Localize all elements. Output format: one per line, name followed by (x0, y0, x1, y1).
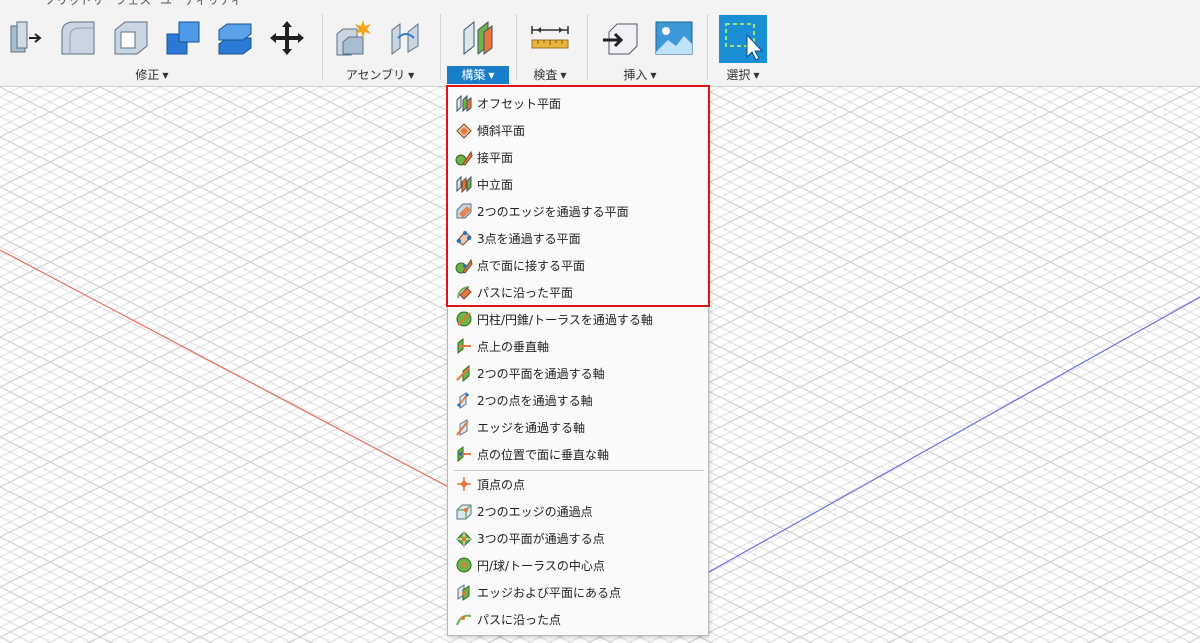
divider (440, 14, 441, 80)
divider (587, 14, 588, 80)
menu-item-label: 2つのエッジを通過する平面 (477, 204, 629, 219)
insert-derive-icon[interactable] (601, 16, 641, 60)
menu-item-label: 頂点の点 (477, 477, 526, 492)
axis-through-two-points-icon (457, 392, 469, 409)
menu-item-label: 点の位置で面に垂直な軸 (477, 447, 610, 462)
menu-item-axis-perpendicular-to-face[interactable]: 点の位置で面に垂直な軸 (452, 441, 706, 467)
menu-item-plane-along-path[interactable]: パスに沿った平面 (452, 279, 706, 305)
insert-image-icon[interactable] (654, 16, 694, 60)
midplane-icon (456, 175, 472, 193)
point-through-three-planes-icon (456, 531, 472, 547)
group-inspect[interactable]: 検査 ▼ (528, 66, 572, 84)
plane-through-three-points-icon (456, 231, 472, 246)
offset-plane-tool-icon[interactable] (458, 16, 498, 60)
press-pull-icon[interactable] (6, 16, 46, 60)
menu-item-point-along-path[interactable]: パスに沿った点 (452, 606, 706, 632)
axis-through-two-planes-icon (456, 364, 470, 382)
axis-perpendicular-to-face-icon (457, 445, 471, 463)
menu-item-point-at-vertex[interactable]: 頂点の点 (452, 471, 706, 497)
menu-item-axis-through-two-planes[interactable]: 2つの平面を通過する軸 (452, 360, 706, 386)
group-select[interactable]: 選択 ▼ (719, 66, 767, 84)
menu-item-label: 点上の垂直軸 (477, 339, 550, 354)
plane-at-angle-icon (456, 123, 472, 139)
menu-item-offset-plane[interactable]: オフセット平面 (452, 90, 706, 116)
menu-item-plane-through-two-edges[interactable]: 2つのエッジを通過する平面 (452, 198, 706, 224)
toolbar: ソリッドサーフェス ユーティリティ 修正 ▼ アセンブリ ▼ 構築 ▼ 検査 ▼… (0, 0, 1200, 87)
group-modify[interactable]: 修正 ▼ (126, 66, 178, 84)
group-construct[interactable]: 構築 ▼ (447, 66, 509, 84)
point-at-vertex-icon (457, 477, 471, 491)
axis-perpendicular-at-point-icon (457, 337, 471, 355)
menu-item-point-through-two-edges[interactable]: 2つのエッジの通過点 (452, 498, 706, 524)
menu-item-label: 傾斜平面 (477, 123, 526, 138)
menu-item-plane-tangent-at-point[interactable]: 点で面に接する平面 (452, 252, 706, 278)
menu-item-axis-perpendicular-at-point[interactable]: 点上の垂直軸 (452, 333, 706, 359)
point-at-edge-and-plane-icon (457, 584, 470, 601)
menu-item-tangent-plane[interactable]: 接平面 (452, 144, 706, 170)
menu-item-label: 点で面に接する平面 (477, 258, 586, 273)
menu-item-axis-through-edge[interactable]: エッジを通過する軸 (452, 414, 706, 440)
menu-item-label: エッジおよび平面にある点 (477, 585, 622, 600)
move-icon[interactable] (267, 16, 307, 60)
axis-through-cylinder-icon (456, 311, 472, 327)
construct-dropdown-menu: オフセット平面 傾斜平面 接平面 中立面 2つのエッジを通過する平面 3点を通過… (447, 86, 709, 636)
menu-item-plane-at-angle[interactable]: 傾斜平面 (452, 117, 706, 143)
menu-item-axis-through-cylinder[interactable]: 円柱/円錐/トーラスを通過する軸 (452, 306, 706, 332)
plane-through-two-edges-icon (456, 203, 472, 219)
menu-item-label: 中立面 (477, 177, 514, 192)
menu-item-label: 3点を通過する平面 (477, 231, 581, 246)
menu-item-label: オフセット平面 (477, 96, 562, 111)
fillet-icon[interactable] (58, 16, 98, 60)
divider (322, 14, 323, 80)
plane-tangent-at-point-icon (455, 258, 473, 274)
split-body-icon[interactable] (215, 16, 255, 60)
tab-label-utilities[interactable]: ユーティリティ (160, 0, 243, 8)
menu-item-label: 2つの点を通過する軸 (477, 393, 593, 408)
point-along-path-icon (456, 614, 472, 626)
offset-plane-icon (456, 94, 472, 112)
menu-item-label: 2つのエッジの通過点 (477, 504, 593, 519)
plane-along-path-icon (457, 286, 472, 300)
group-insert[interactable]: 挿入 ▼ (617, 66, 663, 84)
point-through-two-edges-icon (456, 504, 472, 520)
menu-item-label: 2つの平面を通過する軸 (477, 366, 605, 381)
divider (516, 14, 517, 80)
menu-item-midplane[interactable]: 中立面 (452, 171, 706, 197)
menu-item-point-at-edge-and-plane[interactable]: エッジおよび平面にある点 (452, 579, 706, 605)
menu-item-label: 接平面 (477, 150, 514, 165)
joint-icon[interactable] (386, 16, 426, 60)
point-at-center-icon (456, 557, 472, 573)
new-component-icon[interactable] (333, 16, 373, 60)
menu-item-label: 円/球/トーラスの中心点 (477, 558, 605, 573)
menu-item-label: パスに沿った点 (477, 612, 562, 627)
tangent-plane-icon (455, 150, 473, 166)
menu-item-label: 円柱/円錐/トーラスを通過する軸 (477, 312, 653, 327)
menu-item-label: 3つの平面が通過する点 (477, 531, 605, 546)
menu-item-axis-through-two-points[interactable]: 2つの点を通過する軸 (452, 387, 706, 413)
axis-through-edge-icon (456, 419, 469, 436)
group-assemble[interactable]: アセンブリ ▼ (343, 66, 417, 84)
menu-item-point-through-three-planes[interactable]: 3つの平面が通過する点 (452, 525, 706, 551)
menu-item-label: パスに沿った平面 (477, 285, 574, 300)
tab-label-solid-surface[interactable]: ソリッドサーフェス (44, 0, 151, 8)
menu-item-point-at-center[interactable]: 円/球/トーラスの中心点 (452, 552, 706, 578)
combine-icon[interactable] (163, 16, 203, 60)
menu-item-label: エッジを通過する軸 (477, 420, 586, 435)
select-icon[interactable] (719, 15, 767, 63)
shell-icon[interactable] (111, 16, 151, 60)
divider (707, 14, 708, 80)
menu-item-plane-through-three-points[interactable]: 3点を通過する平面 (452, 225, 706, 251)
measure-icon[interactable] (530, 16, 570, 60)
